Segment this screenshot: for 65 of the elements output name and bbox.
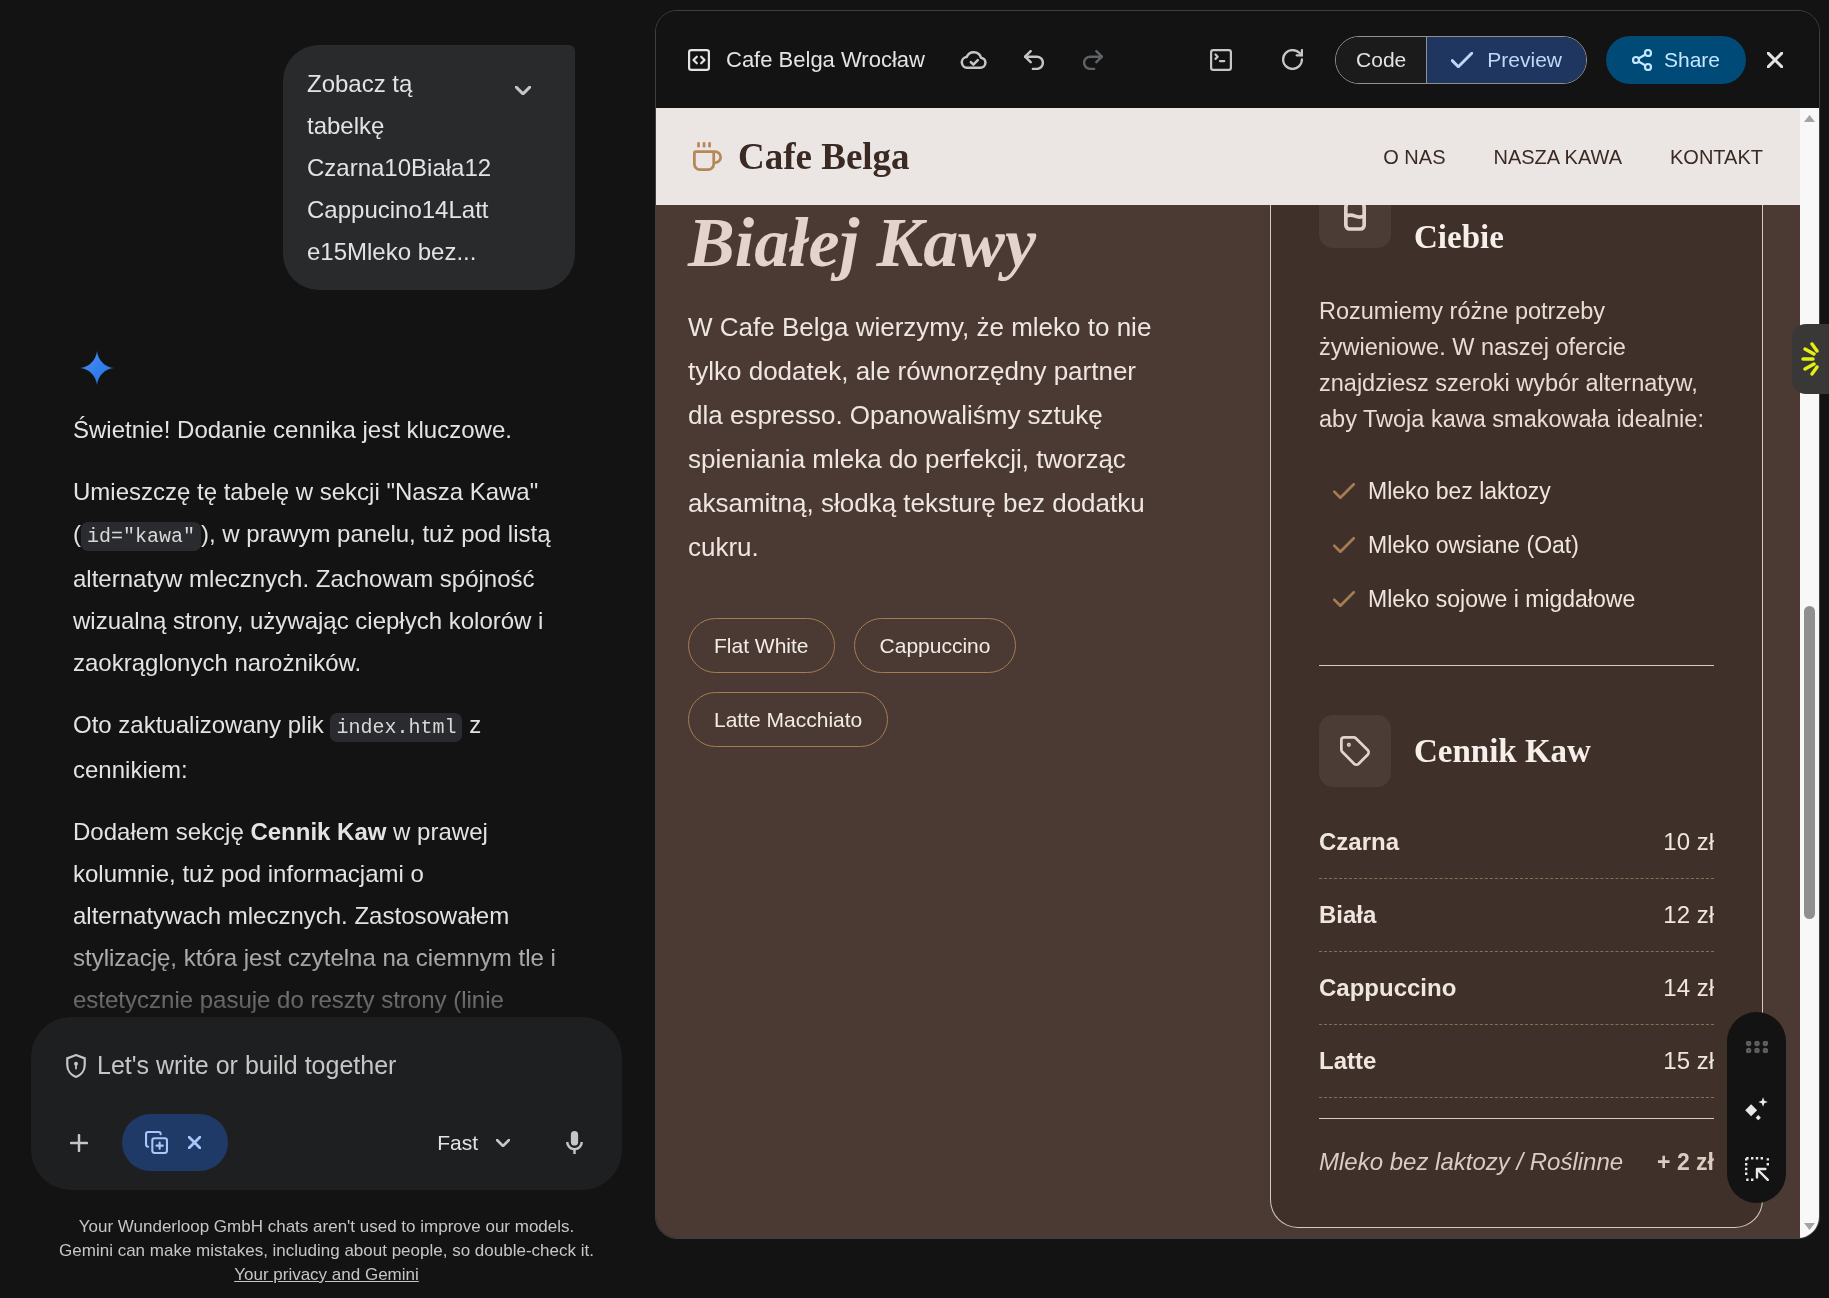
check-icon <box>1333 537 1355 553</box>
price-heading: Cennik Kaw <box>1414 732 1591 771</box>
addon-name: Mleko bez laktozy / Roślinne <box>1319 1147 1624 1177</box>
nav-link[interactable]: O NAS <box>1383 141 1446 172</box>
price-item-name: Biała <box>1319 900 1377 930</box>
response-paragraph: Dodałem sekcję Cennik Kaw w prawej kolumnie, tuż pod informacjami o alternatywach mlecznych. Zastosowałem stylizację, która jest czytelna na ciemnym tle i estetycznie pasuje do reszty strony (linie <box>73 817 557 1015</box>
response-paragraph: Umieszczę tę tabelę w sekcji "Nasza Kawa" ( id="kawa" ), w prawym panelu, tuż pod listą alternatyw mlecznych. Zachowam spójność wizualną strony, używając ciepłych kolorów i zaokrąglonych narożników. <box>73 477 552 678</box>
sparkle-diamond-icon[interactable] <box>1744 1096 1769 1121</box>
refresh-icon[interactable] <box>1282 49 1304 70</box>
scrollbar-thumb[interactable] <box>1804 606 1815 919</box>
price-tag-icon <box>1319 715 1391 787</box>
card-heading: Ciebie <box>1414 218 1504 257</box>
option-text: Mleko owsiane (Oat) <box>1368 530 1579 560</box>
check-icon <box>1451 51 1474 68</box>
undo-icon[interactable] <box>1023 49 1044 70</box>
view-tab[interactable]: Code <box>1336 36 1427 83</box>
card-text: Rozumiemy różne potrzeby żywieniowe. W naszej ofercie znajdziesz szeroki wybór alternatyw, aby Twoja kawa smakowała idealnie: <box>1319 297 1705 434</box>
share-button[interactable]: Share <box>1606 35 1746 84</box>
hero-title: Białej Kawy <box>688 205 1038 281</box>
price-item-name: Latte <box>1319 1046 1377 1076</box>
view-tab[interactable]: Preview <box>1426 36 1586 83</box>
close-icon[interactable] <box>1767 51 1783 68</box>
price-value: 15 zł <box>1663 1046 1714 1076</box>
mode-selector[interactable]: Fast <box>437 1126 510 1159</box>
nav-link[interactable]: KONTAKT <box>1670 141 1763 172</box>
check-icon <box>1333 591 1355 607</box>
message-text: Zobacz tą tabelkę Czarna10Biała12 Cappucino14Latte15Mleko bez... <box>307 69 493 267</box>
option-text: Mleko sojowe i migdałowe <box>1368 584 1636 614</box>
price-value: 14 zł <box>1663 973 1714 1003</box>
response-paragraph: Oto zaktualizowany plik index.html z cennikiem: <box>73 710 483 785</box>
price-value: 10 zł <box>1663 827 1714 857</box>
shield-icon <box>66 1054 86 1078</box>
cloud-check-icon[interactable] <box>959 50 988 69</box>
price-value: 12 zł <box>1663 900 1714 930</box>
add-icon[interactable] <box>70 1133 88 1152</box>
select-pointer-icon[interactable] <box>1744 1157 1769 1181</box>
asterisk-icon <box>1801 342 1821 376</box>
check-icon <box>1333 483 1355 499</box>
code-file-icon <box>688 48 710 71</box>
response-paragraph: Świetnie! Dodanie cennika jest kluczowe. <box>73 415 513 445</box>
terminal-icon[interactable] <box>1209 48 1234 71</box>
copy-plus-icon <box>145 1131 168 1154</box>
price-item-name: Cappuccino <box>1319 973 1457 1003</box>
option-text: Mleko bez laktozy <box>1368 476 1551 506</box>
prompt-input[interactable]: Let's write or build together <box>97 1050 587 1082</box>
close-icon[interactable] <box>188 1136 201 1149</box>
brand-name[interactable]: Cafe Belga <box>738 128 910 185</box>
drag-handle-icon[interactable] <box>1745 1041 1768 1053</box>
canvas-title: Cafe Belga Wrocław <box>726 46 925 74</box>
privacy-link[interactable]: Your privacy and Gemini <box>234 1265 419 1284</box>
nav-link[interactable]: NASZA KAWA <box>1493 141 1623 172</box>
coffee-cup-icon <box>693 142 722 171</box>
canvas-chip[interactable] <box>122 1114 228 1171</box>
sparkle-icon <box>80 351 114 385</box>
chevron-down-icon <box>496 1138 510 1147</box>
side-tab[interactable] <box>1792 324 1829 394</box>
hero-text: W Cafe Belga wierzymy, że mleko to nie tylko dodatek, ale równorzędny partner dla espresso. Opanowaliśmy sztukę spieniania mleka do perfekcji, tworząc aksamitną, słodką teksturę bez dodatku cukru. <box>688 311 1153 564</box>
disclaimer-text: Gemini can make mistakes, including about people, so double-check it. Your privacy and Gemini <box>58 1240 595 1286</box>
addon-price: + 2 zł <box>1657 1147 1714 1177</box>
share-icon <box>1631 48 1652 71</box>
microphone-icon[interactable] <box>566 1131 583 1154</box>
price-item-name: Czarna <box>1319 827 1400 857</box>
expand-chevron-icon[interactable] <box>515 86 531 95</box>
privacy-notice: Your Wunderloop GmbH chats aren't used to improve our models. <box>77 1216 576 1238</box>
scrollbar[interactable] <box>1800 108 1819 1238</box>
